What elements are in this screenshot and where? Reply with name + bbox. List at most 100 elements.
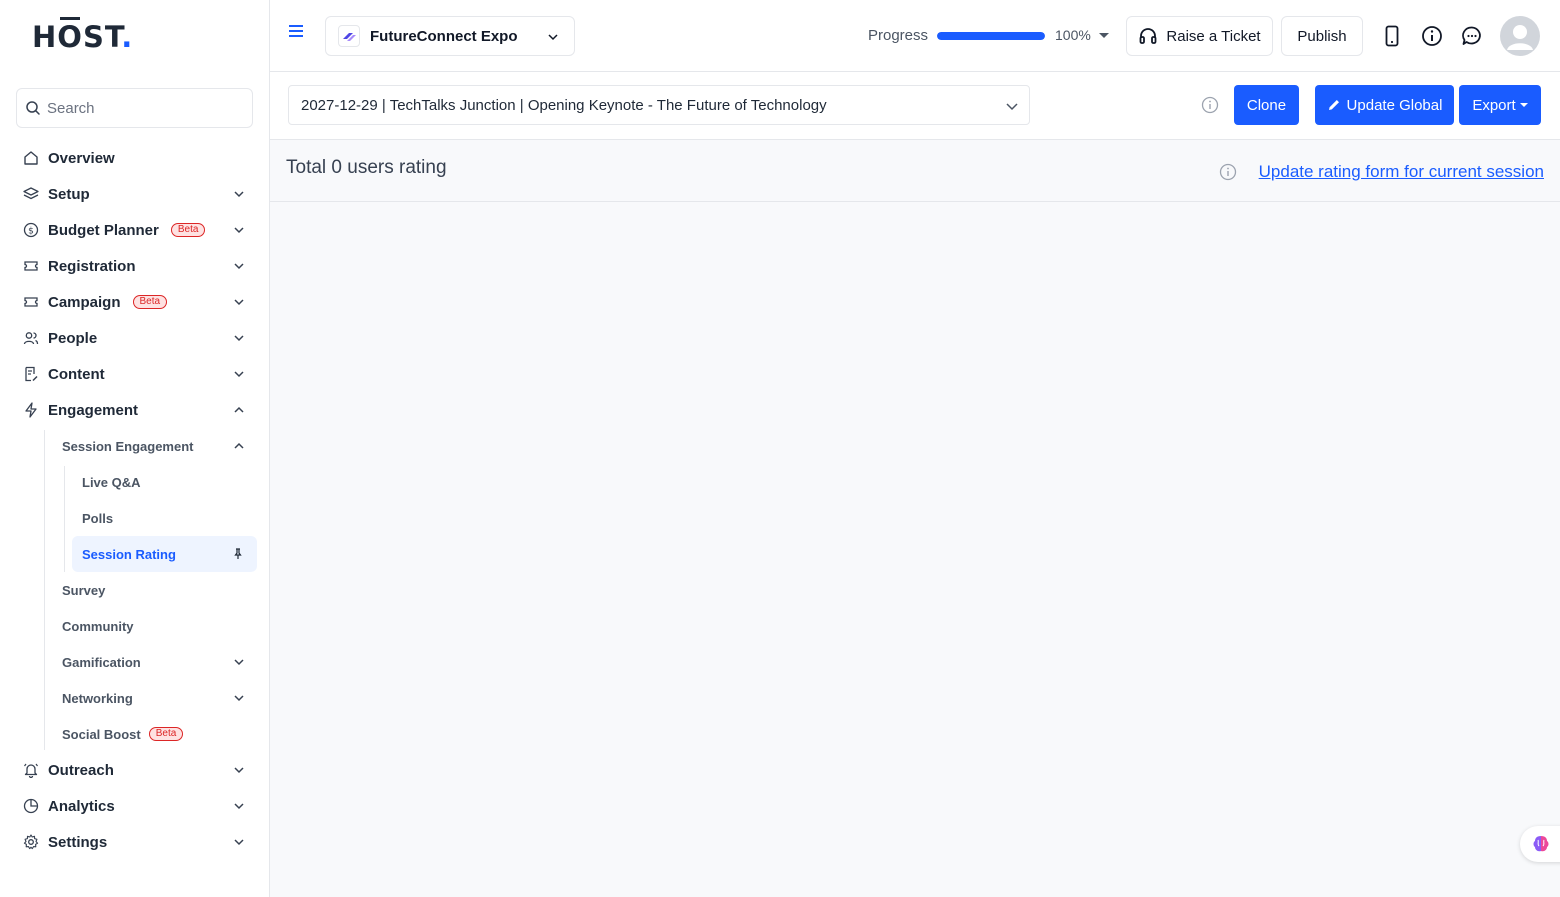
chevron-down-icon [234,695,244,702]
nav-overview-label: Overview [48,149,115,167]
ticket-icon [22,257,40,275]
progress-label: Progress [868,27,929,44]
chat-icon[interactable] [1460,24,1484,48]
nav-analytics-label: Analytics [48,797,115,815]
nav-polls[interactable]: Polls [72,500,256,536]
nav-gamification[interactable]: Gamification [52,644,256,680]
update-rating-form-link[interactable]: Update rating form for current session [1259,162,1544,182]
nav-polls-label: Polls [82,510,114,526]
nav-live-qa[interactable]: Live Q&A [72,464,256,500]
chevron-down-icon [234,263,244,270]
host-logo[interactable]: HOST. [32,17,133,54]
session-selector[interactable]: 2027-12-29 | TechTalks Junction | Openin… [288,85,1030,125]
nav-overview[interactable]: Overview [16,140,256,176]
svg-text:$: $ [28,227,34,237]
document-edit-icon [22,365,40,383]
progress-bar [937,32,1045,40]
lightning-icon [22,401,40,419]
raise-ticket-label: Raise a Ticket [1166,27,1261,45]
main-content: Total 0 users rating Update rating form … [270,140,1560,897]
nav-community[interactable]: Community [52,608,256,644]
dollar-circle-icon: $ [22,221,40,239]
chevron-down-icon [234,839,244,846]
nav-campaign[interactable]: Campaign Beta [16,284,256,320]
chevron-down-icon [1006,103,1018,111]
nav-social-boost-label: Social Boost [62,726,141,742]
nav-content-label: Content [48,365,105,383]
nav-live-qa-label: Live Q&A [82,474,141,490]
submenu-line [64,466,65,572]
nav-session-engagement-label: Session Engagement [62,438,194,454]
pencil-icon [1328,100,1339,110]
nav-survey[interactable]: Survey [52,572,256,608]
mobile-preview-icon[interactable] [1380,24,1404,48]
nav-campaign-label: Campaign [48,293,121,311]
chevron-down-icon [548,34,558,41]
session-selector-value: 2027-12-29 | TechTalks Junction | Openin… [301,96,827,114]
event-selector[interactable]: FutureConnect Expo [325,16,575,56]
nav-settings[interactable]: Settings [16,824,256,860]
nav-engagement-label: Engagement [48,401,139,419]
export-button[interactable]: Export [1459,85,1541,125]
chevron-down-icon [234,227,244,234]
update-global-label: Update Global [1346,96,1443,114]
progress-value: 100% [1055,27,1091,43]
chevron-down-icon [234,299,244,306]
nav-session-rating[interactable]: Session Rating [72,536,257,572]
chevron-down-icon [234,803,244,810]
nav-networking[interactable]: Networking [52,680,256,716]
nav-outreach[interactable]: Outreach [16,752,256,788]
event-name: FutureConnect Expo [370,27,518,45]
pie-chart-icon [22,797,40,815]
raise-ticket-button[interactable]: Raise a Ticket [1126,16,1273,56]
nav-gamification-label: Gamification [62,654,141,670]
pin-icon[interactable] [233,548,243,560]
progress-fill [937,32,1045,40]
caret-down-icon [1519,103,1528,107]
nav-engagement[interactable]: Engagement [16,392,256,428]
chevron-down-icon [234,191,244,198]
nav-setup[interactable]: Setup [16,176,256,212]
user-icon [1507,25,1533,50]
nav-people[interactable]: People [16,320,256,356]
publish-label: Publish [1297,27,1347,45]
bell-icon [22,761,40,779]
nav-networking-label: Networking [62,690,133,706]
session-bar: 2027-12-29 | TechTalks Junction | Openin… [270,72,1560,140]
nav-registration-label: Registration [48,257,136,275]
ai-assistant-button[interactable] [1520,826,1560,862]
beta-badge: Beta [148,727,184,741]
submenu-line [44,430,45,750]
nav-social-boost[interactable]: Social Boost Beta [52,716,256,752]
info-icon[interactable] [1201,96,1219,114]
beta-badge: Beta [132,295,168,309]
nav-setup-label: Setup [48,185,90,203]
search-icon [26,101,40,115]
nav-budget-planner[interactable]: $ Budget Planner Beta [16,212,256,248]
gear-icon [22,833,40,851]
info-icon[interactable] [1219,163,1237,181]
nav-budget-planner-label: Budget Planner [48,221,159,239]
search-input[interactable] [47,99,237,117]
nav-session-engagement[interactable]: Session Engagement [52,428,256,464]
update-global-button[interactable]: Update Global [1315,85,1454,125]
hamburger-menu-icon[interactable] [288,24,304,38]
nav-survey-label: Survey [62,582,106,598]
info-icon[interactable] [1420,24,1444,48]
nav-session-rating-label: Session Rating [82,546,176,562]
clone-label: Clone [1246,96,1287,114]
user-avatar[interactable] [1500,16,1540,56]
progress-caret-icon[interactable] [1099,33,1109,38]
chevron-down-icon [234,335,244,342]
nav-content[interactable]: Content [16,356,256,392]
nav-outreach-label: Outreach [48,761,114,779]
chevron-up-icon [234,406,244,413]
chevron-down-icon [234,371,244,378]
nav-registration[interactable]: Registration [16,248,256,284]
search-box [16,88,253,128]
nav-analytics[interactable]: Analytics [16,788,256,824]
chevron-down-icon [234,767,244,774]
clone-button[interactable]: Clone [1234,85,1299,125]
sidebar: HOST. Overview Setup $ Budget Planner Be… [0,0,270,897]
publish-button[interactable]: Publish [1281,16,1363,56]
